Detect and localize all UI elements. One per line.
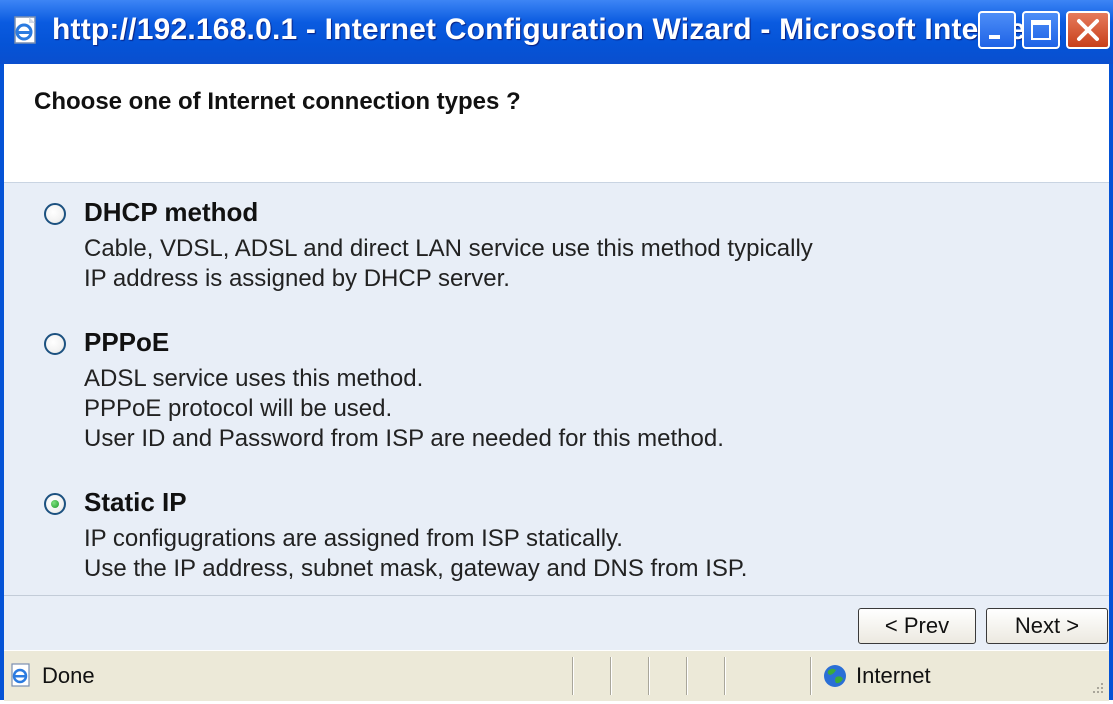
status-divider xyxy=(810,657,812,695)
wizard-button-bar: < Prev Next > xyxy=(4,596,1109,650)
maximize-button[interactable] xyxy=(1022,11,1060,49)
connection-type-options: DHCP method Cable, VDSL, ADSL and direct… xyxy=(4,183,1109,595)
status-divider xyxy=(648,657,650,695)
radio-selected-dot xyxy=(51,500,59,508)
status-bar: Done Internet xyxy=(4,650,1109,701)
dhcp-radio[interactable] xyxy=(44,203,66,225)
next-button[interactable]: Next > xyxy=(986,608,1108,644)
static-ip-label[interactable]: Static IP xyxy=(84,487,187,518)
status-divider xyxy=(572,657,574,695)
ie-page-icon xyxy=(11,663,30,687)
maximize-icon xyxy=(1031,20,1051,40)
window-frame-right xyxy=(1109,64,1113,700)
status-divider xyxy=(610,657,612,695)
status-divider xyxy=(686,657,688,695)
close-icon xyxy=(1077,19,1099,41)
static-ip-description-line: IP configugrations are assigned from ISP… xyxy=(84,525,623,552)
globe-icon xyxy=(824,665,846,687)
wizard-header: Choose one of Internet connection types … xyxy=(4,64,1109,183)
wizard-prompt: Choose one of Internet connection types … xyxy=(34,88,521,115)
static-ip-radio[interactable] xyxy=(44,493,66,515)
ie-page-icon xyxy=(14,16,36,44)
pppoe-radio[interactable] xyxy=(44,333,66,355)
window-title: http://192.168.0.1 - Internet Configurat… xyxy=(52,13,1062,46)
close-button[interactable] xyxy=(1066,11,1110,49)
resize-grip-icon[interactable] xyxy=(1087,679,1105,697)
minimize-button[interactable] xyxy=(978,11,1016,49)
pppoe-description-line: User ID and Password from ISP are needed… xyxy=(84,425,724,452)
title-bar[interactable]: http://192.168.0.1 - Internet Configurat… xyxy=(0,0,1113,65)
dhcp-description-line: IP address is assigned by DHCP server. xyxy=(84,265,510,292)
pppoe-label[interactable]: PPPoE xyxy=(84,327,169,358)
static-ip-description-line: Use the IP address, subnet mask, gateway… xyxy=(84,555,748,582)
security-zone-label: Internet xyxy=(856,663,931,688)
prev-button[interactable]: < Prev xyxy=(858,608,976,644)
status-divider xyxy=(724,657,726,695)
pppoe-description-line: PPPoE protocol will be used. xyxy=(84,395,393,422)
dhcp-description-line: Cable, VDSL, ADSL and direct LAN service… xyxy=(84,235,813,262)
dhcp-label[interactable]: DHCP method xyxy=(84,197,258,228)
minimize-icon xyxy=(989,35,1000,39)
status-text: Done xyxy=(42,663,95,688)
pppoe-description-line: ADSL service uses this method. xyxy=(84,365,424,392)
